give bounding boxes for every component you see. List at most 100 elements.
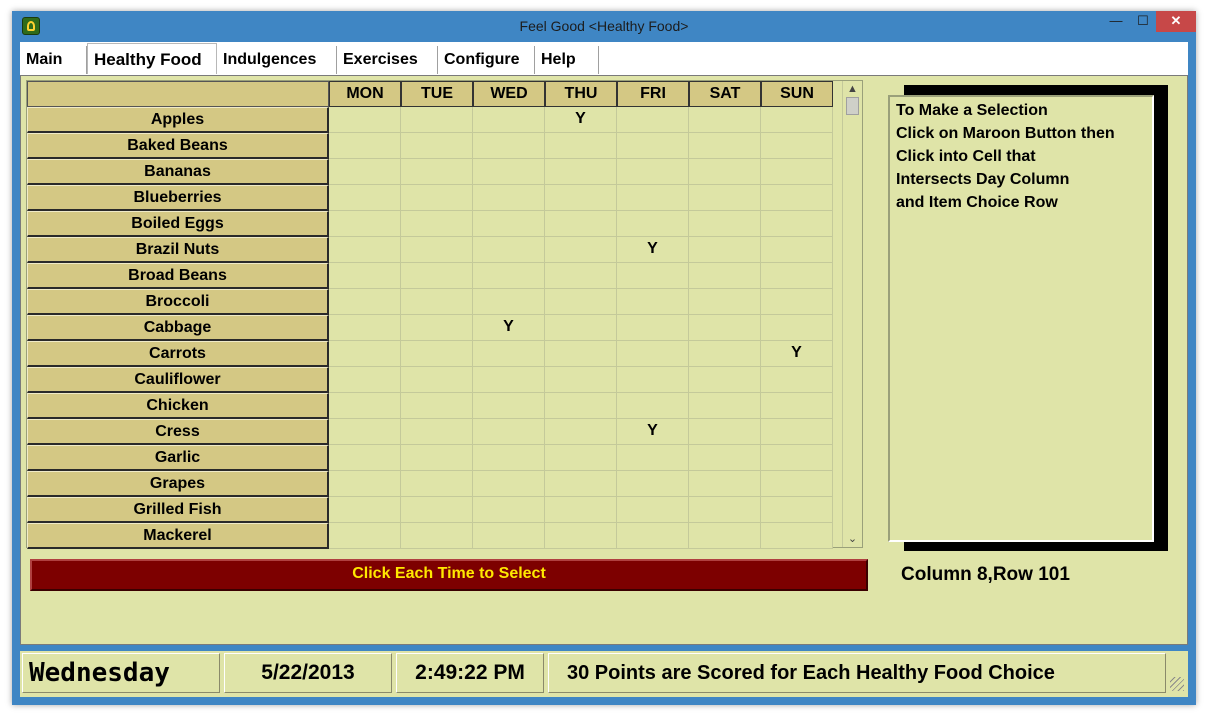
grid-cell[interactable]: [545, 341, 617, 367]
grid-cell[interactable]: [617, 159, 689, 185]
grid-cell[interactable]: [689, 133, 761, 159]
grid-cell[interactable]: [545, 263, 617, 289]
grid-cell[interactable]: [401, 289, 473, 315]
grid-cell[interactable]: [617, 263, 689, 289]
grid-cell[interactable]: [329, 471, 401, 497]
grid-cell[interactable]: Y: [617, 237, 689, 263]
tab-main[interactable]: Main: [20, 46, 87, 74]
grid-cell[interactable]: [545, 445, 617, 471]
tab-configure[interactable]: Configure: [438, 46, 535, 74]
select-button[interactable]: Click Each Time to Select: [30, 559, 868, 591]
grid-cell[interactable]: [401, 445, 473, 471]
grid-cell[interactable]: [617, 497, 689, 523]
grid-cell[interactable]: [761, 237, 833, 263]
grid-cell[interactable]: [329, 445, 401, 471]
grid-cell[interactable]: [401, 367, 473, 393]
grid-cell[interactable]: [545, 419, 617, 445]
grid-cell[interactable]: [545, 133, 617, 159]
grid-cell[interactable]: [761, 393, 833, 419]
grid-cell[interactable]: [473, 393, 545, 419]
grid-cell[interactable]: [473, 211, 545, 237]
maximize-button[interactable]: ☐: [1130, 11, 1156, 32]
food-row-header[interactable]: Brazil Nuts: [27, 237, 329, 263]
tab-help[interactable]: Help: [535, 46, 599, 74]
grid-cell[interactable]: [473, 107, 545, 133]
grid-cell[interactable]: [473, 497, 545, 523]
grid-cell[interactable]: [473, 263, 545, 289]
grid-cell[interactable]: [545, 237, 617, 263]
food-row-header[interactable]: Boiled Eggs: [27, 211, 329, 237]
grid-cell[interactable]: [617, 211, 689, 237]
grid-cell[interactable]: [689, 471, 761, 497]
food-row-header[interactable]: Grapes: [27, 471, 329, 497]
grid-cell[interactable]: [329, 367, 401, 393]
grid-cell[interactable]: [473, 185, 545, 211]
grid-cell[interactable]: [545, 393, 617, 419]
grid-cell[interactable]: [473, 445, 545, 471]
grid-cell[interactable]: [689, 341, 761, 367]
grid-cell[interactable]: [401, 315, 473, 341]
grid-cell[interactable]: [689, 107, 761, 133]
grid-cell[interactable]: [473, 133, 545, 159]
tab-indulgences[interactable]: Indulgences: [217, 46, 337, 74]
food-row-header[interactable]: Broccoli: [27, 289, 329, 315]
grid-cell[interactable]: [473, 523, 545, 549]
grid-cell[interactable]: [689, 185, 761, 211]
title-bar[interactable]: Feel Good <Healthy Food> — ☐ ✕: [12, 11, 1196, 42]
grid-cell[interactable]: [545, 211, 617, 237]
grid-cell[interactable]: [473, 471, 545, 497]
grid-cell[interactable]: [617, 315, 689, 341]
grid-cell[interactable]: [401, 159, 473, 185]
food-row-header[interactable]: Apples: [27, 107, 329, 133]
grid-cell[interactable]: [401, 497, 473, 523]
food-row-header[interactable]: Bananas: [27, 159, 329, 185]
grid-cell[interactable]: [329, 211, 401, 237]
food-row-header[interactable]: Carrots: [27, 341, 329, 367]
grid-cell[interactable]: [401, 471, 473, 497]
grid-cell[interactable]: [473, 159, 545, 185]
grid-cell[interactable]: [473, 341, 545, 367]
grid-cell[interactable]: [761, 159, 833, 185]
grid-cell[interactable]: [617, 107, 689, 133]
grid-cell[interactable]: [473, 419, 545, 445]
grid-cell[interactable]: [329, 497, 401, 523]
food-row-header[interactable]: Broad Beans: [27, 263, 329, 289]
close-button[interactable]: ✕: [1156, 11, 1196, 32]
grid-cell[interactable]: [689, 419, 761, 445]
grid-cell[interactable]: [473, 289, 545, 315]
grid-cell[interactable]: [689, 497, 761, 523]
grid-cell[interactable]: [689, 289, 761, 315]
grid-cell[interactable]: [689, 393, 761, 419]
grid-cell[interactable]: [761, 419, 833, 445]
grid-cell[interactable]: [401, 107, 473, 133]
grid-cell[interactable]: [761, 445, 833, 471]
grid-cell[interactable]: [401, 133, 473, 159]
food-row-header[interactable]: Cabbage: [27, 315, 329, 341]
grid-cell[interactable]: [329, 523, 401, 549]
grid-cell[interactable]: [689, 211, 761, 237]
grid-cell[interactable]: [329, 419, 401, 445]
food-row-header[interactable]: Cauliflower: [27, 367, 329, 393]
grid-cell[interactable]: [545, 159, 617, 185]
food-row-header[interactable]: Baked Beans: [27, 133, 329, 159]
scroll-down-icon[interactable]: ⌄: [843, 531, 862, 547]
grid-cell[interactable]: [329, 289, 401, 315]
grid-cell[interactable]: [401, 237, 473, 263]
grid-cell[interactable]: [617, 185, 689, 211]
food-row-header[interactable]: Chicken: [27, 393, 329, 419]
tab-exercises[interactable]: Exercises: [337, 46, 438, 74]
grid-cell[interactable]: [617, 133, 689, 159]
grid-cell[interactable]: [689, 263, 761, 289]
resize-grip-icon[interactable]: [1170, 677, 1184, 691]
grid-cell[interactable]: [617, 523, 689, 549]
tab-healthy-food[interactable]: Healthy Food: [87, 43, 217, 74]
grid-cell[interactable]: [545, 471, 617, 497]
grid-cell[interactable]: [473, 237, 545, 263]
grid-cell[interactable]: Y: [617, 419, 689, 445]
grid-cell[interactable]: [761, 133, 833, 159]
grid-cell[interactable]: [401, 341, 473, 367]
grid-cell[interactable]: Y: [545, 107, 617, 133]
grid-cell[interactable]: [401, 419, 473, 445]
grid-cell[interactable]: [761, 289, 833, 315]
scroll-thumb[interactable]: [846, 97, 859, 115]
